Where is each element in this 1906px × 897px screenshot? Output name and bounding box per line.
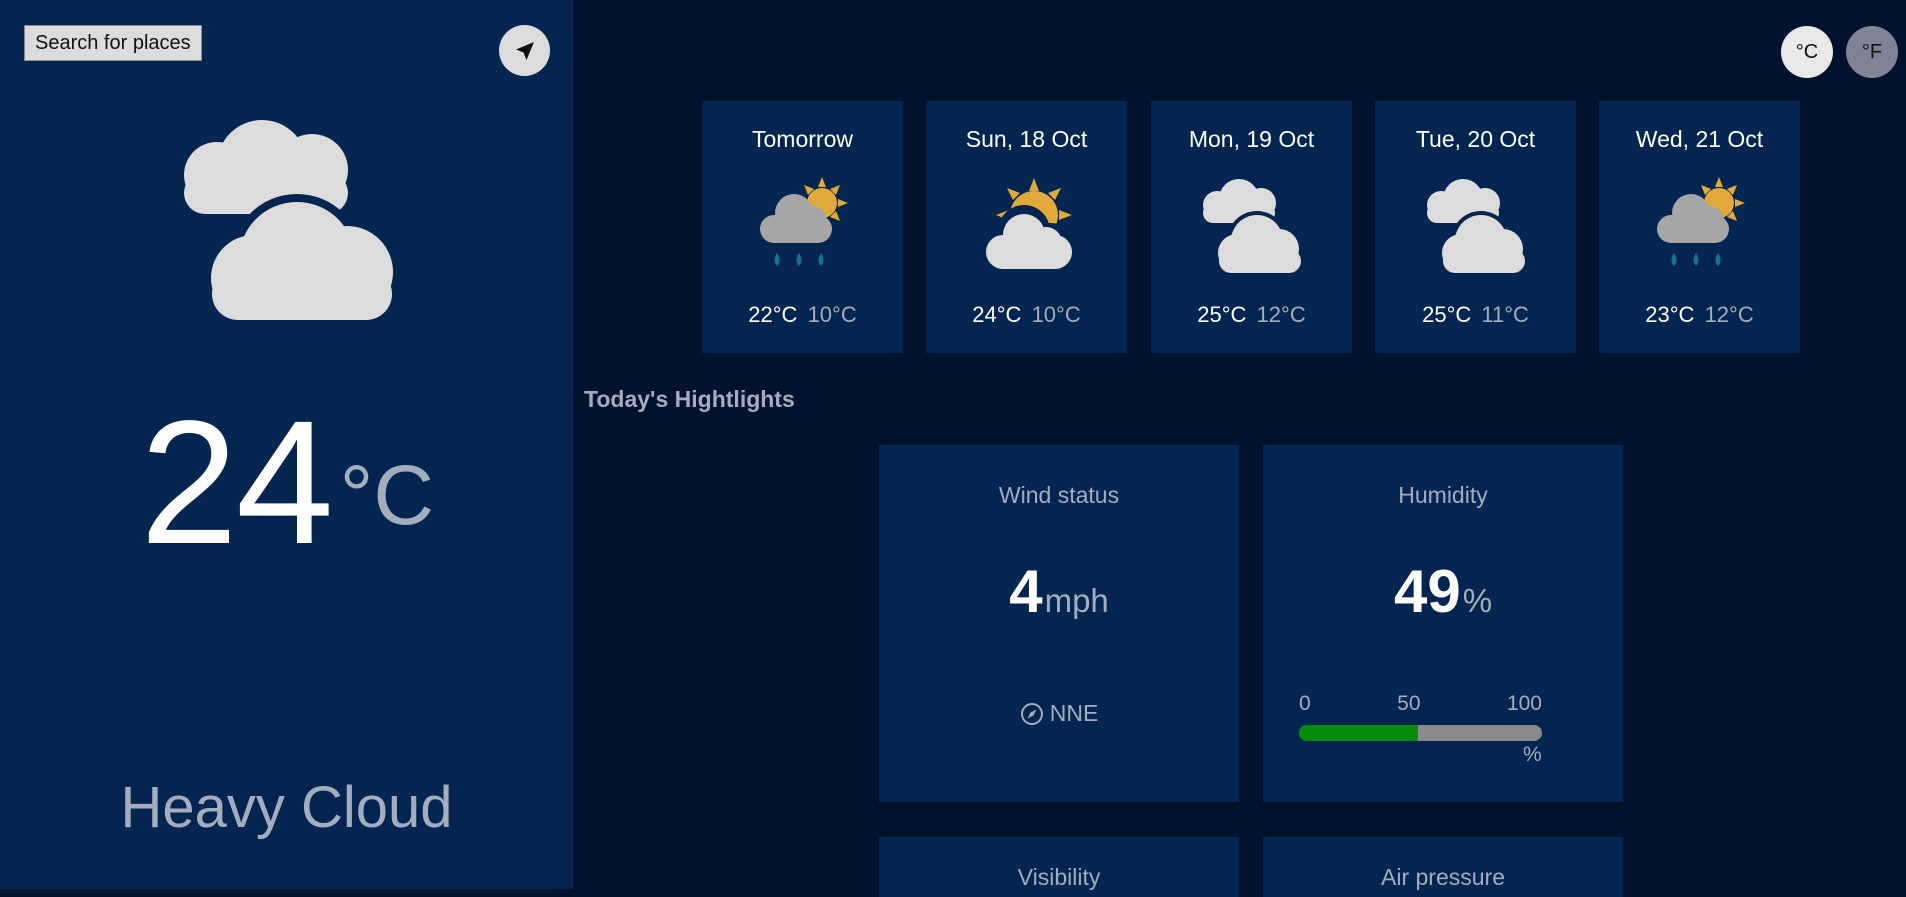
humidity-scale-min: 0 (1299, 692, 1311, 715)
sidebar: Search for places 24 °C Heavy Cloud (0, 0, 573, 889)
humidity-label: Humidity (1398, 482, 1488, 508)
humidity-card: Humidity 49 % 0 50 100 % (1263, 445, 1623, 802)
wind-unit: mph (1044, 582, 1109, 619)
forecast-day: Tomorrow (752, 126, 853, 152)
search-places-button[interactable]: Search for places (24, 25, 202, 61)
heavy-cloud-icon (1427, 179, 1527, 275)
wind-status-card: Wind status 4 mph NNE (879, 445, 1239, 802)
humidity-scale: 0 50 100 (1299, 692, 1542, 716)
forecast-min: 10°C (1031, 302, 1081, 327)
current-temperature: 24 °C (140, 395, 434, 571)
forecast-max: 24°C (972, 302, 1022, 327)
humidity-scale-mid: 50 (1397, 692, 1421, 715)
current-location-button[interactable] (499, 25, 550, 76)
forecast-max: 25°C (1197, 302, 1247, 327)
forecast-card: Mon, 19 Oct 25°C 12°C (1151, 101, 1352, 353)
forecast-temps: 25°C 11°C (1375, 301, 1576, 329)
forecast-card: Tomorrow 22°C 10°C (702, 101, 903, 353)
humidity-value: 49 % (1263, 557, 1623, 627)
wind-status-value: 4 mph (879, 557, 1239, 627)
forecast-day: Sun, 18 Oct (965, 126, 1088, 152)
heavy-cloud-icon (184, 120, 399, 320)
air-pressure-card: Air pressure (1263, 837, 1623, 897)
forecast-card: Tue, 20 Oct 25°C 11°C (1375, 101, 1576, 353)
wind-direction-label: NNE (1049, 700, 1099, 726)
humidity-number: 49 (1393, 558, 1461, 625)
humidity-scale-max: 100 (1506, 692, 1542, 715)
celsius-button[interactable]: °C (1781, 26, 1833, 78)
forecast-temps: 24°C 10°C (926, 301, 1127, 329)
forecast-card: Wed, 21 Oct 23°C 12°C (1599, 101, 1800, 353)
current-temperature-unit: °C (339, 448, 435, 542)
forecast-max: 22°C (748, 302, 798, 327)
forecast-min: 10°C (807, 302, 857, 327)
heavy-cloud-icon (1203, 179, 1303, 275)
light-rain-icon (1657, 177, 1745, 266)
wind-status-label: Wind status (998, 482, 1120, 508)
fahrenheit-button[interactable]: °F (1846, 26, 1898, 78)
light-cloud-icon (984, 178, 1076, 273)
visibility-label: Visibility (1017, 864, 1101, 890)
light-rain-icon (760, 177, 848, 266)
compass-icon (1020, 702, 1043, 725)
air-pressure-label: Air pressure (1381, 864, 1505, 890)
wind-speed: 4 (1009, 558, 1043, 625)
forecast-temps: 22°C 10°C (702, 301, 903, 329)
forecast-min: 12°C (1256, 302, 1306, 327)
forecast-day: Wed, 21 Oct (1635, 126, 1764, 152)
forecast-temps: 25°C 12°C (1151, 301, 1352, 329)
forecast-temps: 23°C 12°C (1599, 301, 1800, 329)
humidity-progress-bar (1299, 725, 1542, 741)
highlights-title: Today's Hightlights (584, 386, 795, 412)
forecast-max: 25°C (1422, 302, 1472, 327)
location-arrow-icon (515, 41, 534, 60)
forecast-min: 12°C (1704, 302, 1754, 327)
humidity-percent-sign: % (1523, 743, 1542, 766)
forecast-card: Sun, 18 Oct 24°C 10°C (926, 101, 1127, 353)
humidity-progress-fill (1299, 725, 1419, 741)
wind-direction: NNE (879, 700, 1239, 727)
weather-condition: Heavy Cloud (120, 775, 453, 840)
current-temperature-value: 24 (140, 385, 334, 581)
forecast-day: Tue, 20 Oct (1415, 126, 1536, 152)
forecast-day: Mon, 19 Oct (1188, 126, 1315, 152)
visibility-card: Visibility (879, 837, 1239, 897)
forecast-max: 23°C (1645, 302, 1695, 327)
forecast-min: 11°C (1481, 302, 1529, 327)
humidity-unit: % (1462, 582, 1493, 619)
